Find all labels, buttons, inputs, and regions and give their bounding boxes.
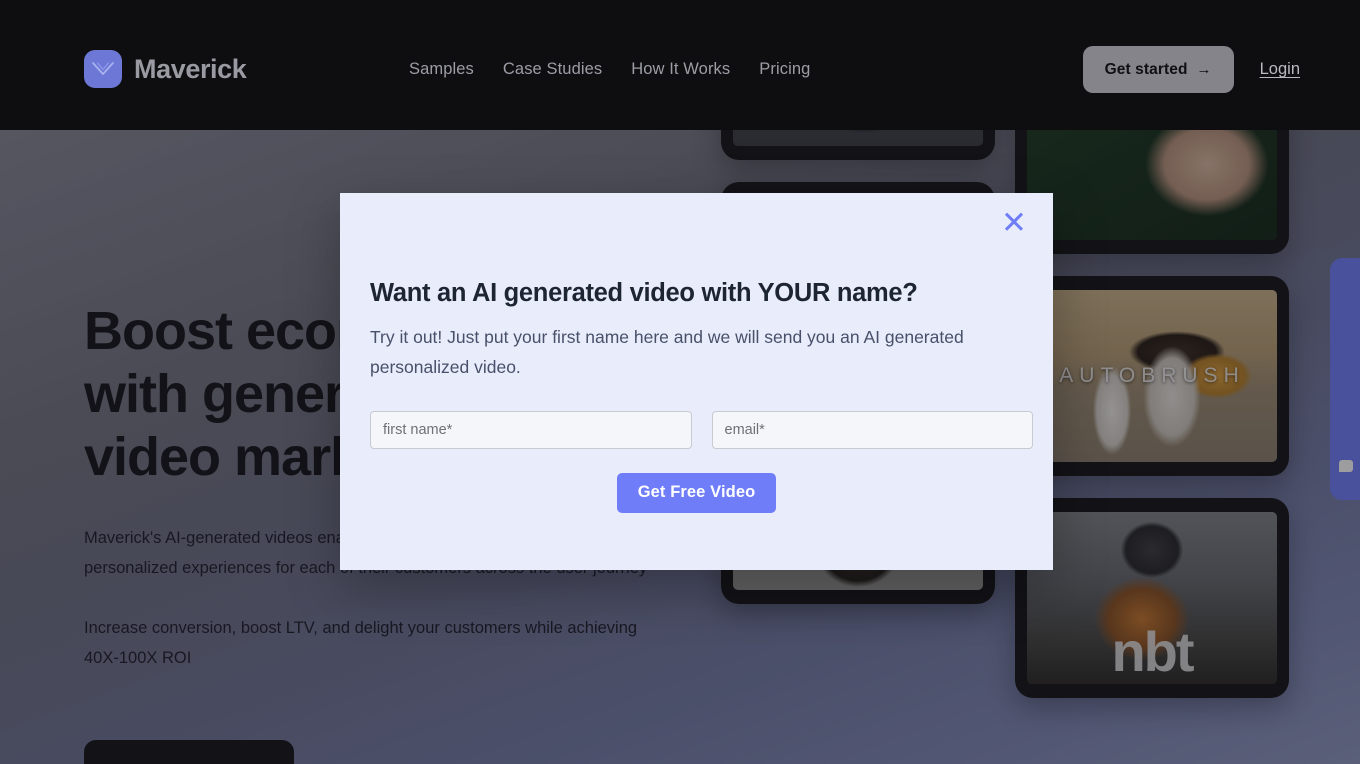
brand-name: Maverick — [134, 53, 247, 84]
close-icon[interactable]: ✕ — [993, 201, 1035, 243]
nav-item-how-it-works[interactable]: How It Works — [631, 58, 730, 80]
header-actions: Get started → Login — [1082, 46, 1300, 93]
brand-logo-link[interactable]: Maverick — [84, 50, 247, 88]
get-started-label: Get started — [1104, 60, 1188, 78]
nav-item-pricing[interactable]: Pricing — [759, 58, 810, 80]
main-navigation: Samples Case Studies How It Works Pricin… — [409, 58, 810, 80]
get-started-button[interactable]: Get started → — [1082, 46, 1234, 93]
site-header: Maverick Samples Case Studies How It Wor… — [0, 0, 1360, 130]
nav-item-case-studies[interactable]: Case Studies — [503, 58, 602, 80]
maverick-chevron-logo-icon — [84, 50, 122, 88]
modal-content: Want an AI generated video with YOUR nam… — [370, 278, 1033, 513]
get-free-video-button[interactable]: Get Free Video — [616, 472, 777, 513]
nav-item-samples[interactable]: Samples — [409, 58, 474, 80]
arrow-right-icon: → — [1196, 61, 1212, 78]
modal-form-fields — [370, 410, 1033, 449]
page-root: AUTOBRUSH nbt Boost ecommerce sales with… — [0, 0, 1360, 764]
first-name-input[interactable] — [370, 410, 692, 449]
modal-subtitle: Try it out! Just put your first name her… — [370, 326, 964, 377]
login-link[interactable]: Login — [1260, 60, 1300, 79]
modal-actions: Get Free Video — [370, 472, 1033, 513]
email-input[interactable] — [711, 410, 1033, 449]
lead-capture-modal: ✕ Want an AI generated video with YOUR n… — [340, 193, 1053, 570]
modal-title: Want an AI generated video with YOUR nam… — [370, 279, 918, 307]
